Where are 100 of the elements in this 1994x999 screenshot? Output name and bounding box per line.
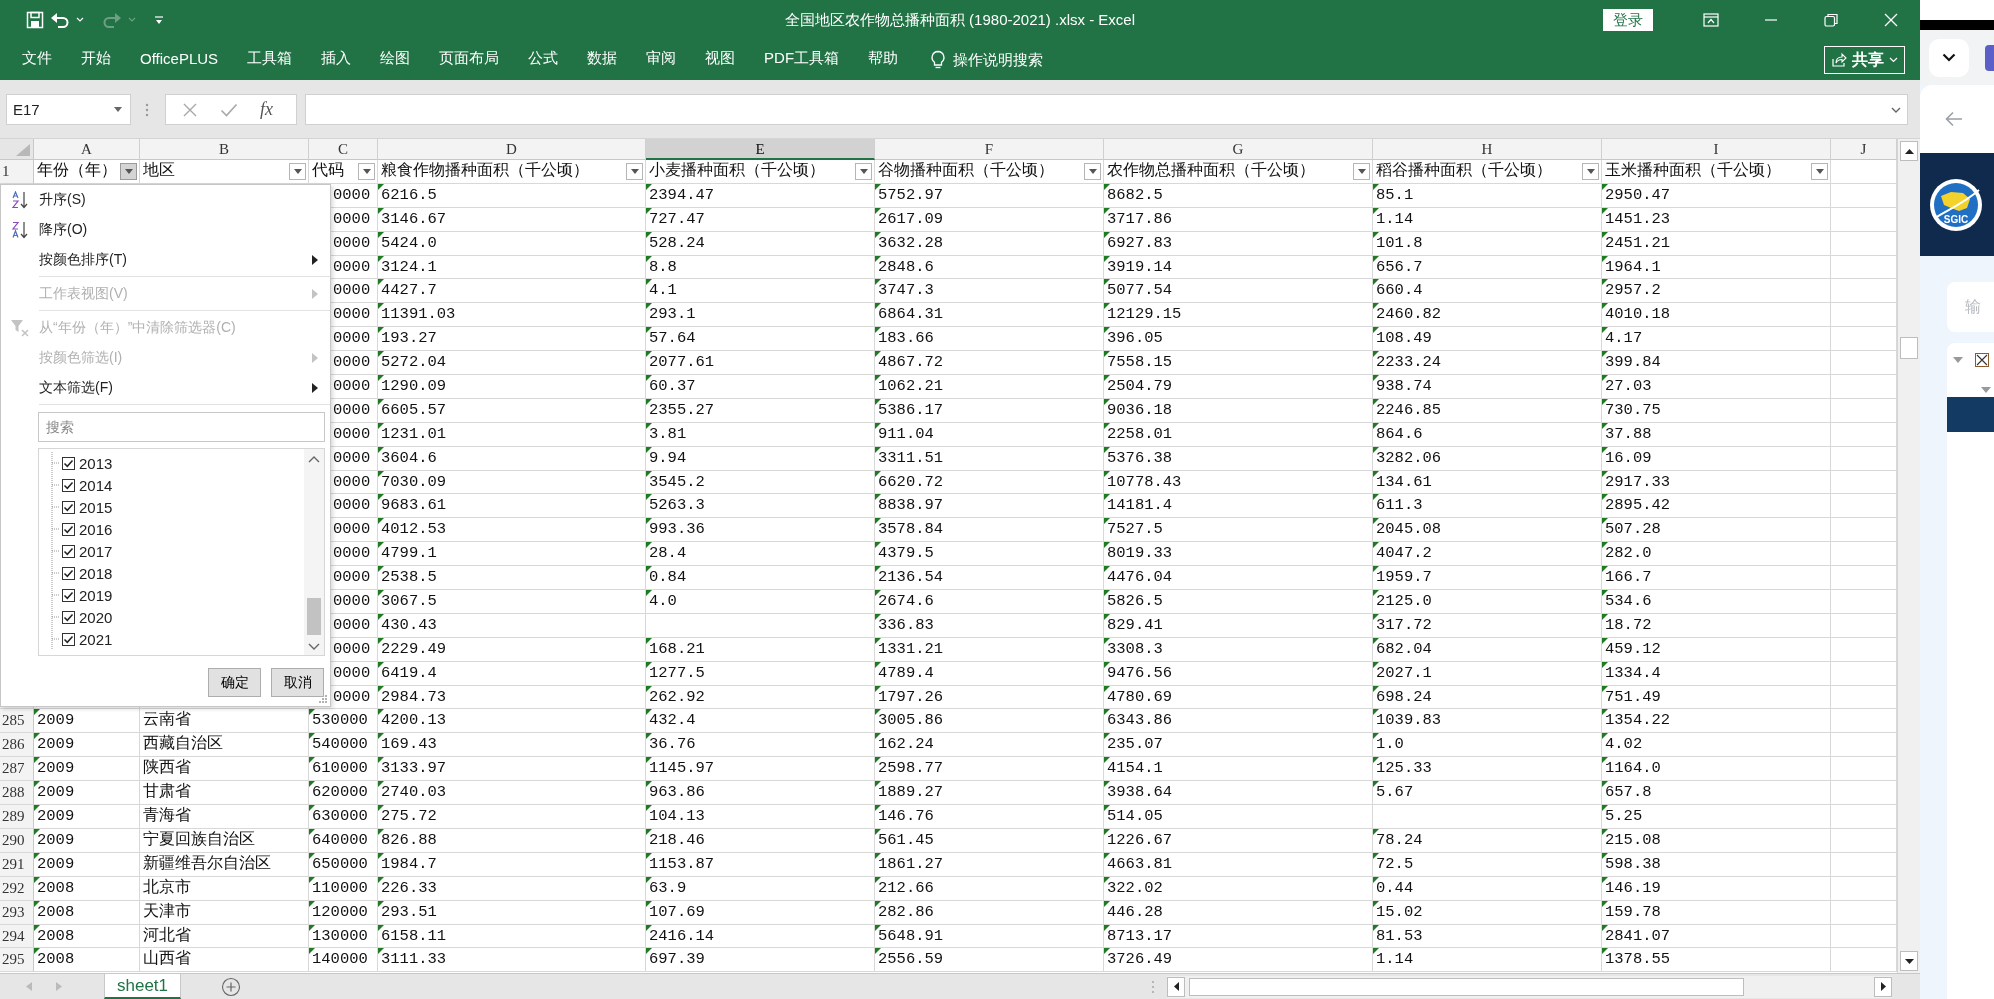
- undo-icon[interactable]: [50, 11, 70, 29]
- lightbulb-icon[interactable]: [930, 50, 947, 70]
- row-header[interactable]: 285: [0, 709, 34, 734]
- ribbon-tab[interactable]: 审阅: [646, 48, 677, 72]
- filter-button[interactable]: [626, 162, 643, 180]
- checkbox-checked-icon[interactable]: [62, 632, 75, 646]
- filter-button[interactable]: [1811, 162, 1828, 180]
- ribbon-tab[interactable]: 绘图: [380, 48, 411, 72]
- expand-triangle-icon[interactable]: [1953, 357, 1963, 363]
- scroll-thumb[interactable]: [307, 598, 321, 635]
- value-label[interactable]: 2021: [79, 630, 113, 648]
- checkbox-checked-icon[interactable]: [62, 522, 75, 536]
- ribbon-tab[interactable]: 数据: [587, 48, 618, 72]
- column-header[interactable]: A: [34, 139, 140, 160]
- insert-function-button[interactable]: fx: [260, 99, 273, 120]
- column-header[interactable]: F: [875, 139, 1104, 160]
- column-header[interactable]: D: [378, 139, 646, 160]
- row-header[interactable]: 288: [0, 781, 34, 806]
- column-header[interactable]: H: [1373, 139, 1602, 160]
- check-icon[interactable]: [220, 101, 238, 118]
- row-header[interactable]: 292: [0, 876, 34, 901]
- row-header[interactable]: 289: [0, 805, 34, 829]
- filter-button[interactable]: [1353, 162, 1370, 180]
- filter-button[interactable]: [120, 162, 137, 180]
- value-label[interactable]: 2013: [79, 454, 113, 472]
- row-header[interactable]: 1: [0, 160, 34, 184]
- column-header[interactable]: C: [309, 139, 378, 160]
- checkbox-checked-icon[interactable]: [62, 544, 75, 558]
- row-header[interactable]: 295: [0, 948, 34, 973]
- scroll-down-button[interactable]: [1900, 951, 1918, 971]
- expand-triangle-icon[interactable]: [1981, 387, 1991, 393]
- table-cell: 215.08: [1602, 828, 1831, 853]
- column-header[interactable]: B: [140, 139, 309, 160]
- save-icon[interactable]: [26, 11, 44, 29]
- checkbox-checked-icon[interactable]: [62, 478, 75, 492]
- restore-icon[interactable]: [1823, 12, 1839, 28]
- tell-me-search[interactable]: 操作说明搜索: [953, 50, 1044, 70]
- ribbon-tab[interactable]: 文件: [22, 48, 52, 72]
- checkbox-checked-icon[interactable]: [62, 500, 75, 514]
- column-header[interactable]: I: [1602, 139, 1831, 160]
- scroll-up-button[interactable]: [1900, 141, 1918, 161]
- row-header[interactable]: 287: [0, 757, 34, 782]
- scroll-right-button[interactable]: [1874, 976, 1892, 997]
- table-cell: 4010.18: [1602, 303, 1831, 328]
- column-header[interactable]: G: [1104, 139, 1373, 160]
- checkbox-checked-icon[interactable]: [62, 566, 75, 580]
- checkbox-checked-icon[interactable]: [62, 588, 75, 602]
- scroll-down-icon[interactable]: [308, 643, 320, 651]
- row-header[interactable]: 286: [0, 733, 34, 758]
- add-sheet-icon[interactable]: [221, 976, 242, 997]
- value-label[interactable]: 2018: [79, 564, 113, 582]
- checkbox-checked-icon[interactable]: [62, 610, 75, 624]
- filter-button[interactable]: [289, 162, 306, 180]
- scroll-thumb[interactable]: [1189, 977, 1744, 996]
- row-header[interactable]: 293: [0, 900, 34, 925]
- row-header[interactable]: 290: [0, 828, 34, 853]
- value-label[interactable]: 2019: [79, 586, 113, 604]
- search-field[interactable]: 输: [1947, 282, 1994, 332]
- resize-grip-icon[interactable]: [318, 694, 328, 704]
- login-button[interactable]: 登录: [1603, 9, 1653, 31]
- ok-button[interactable]: 确定: [208, 668, 261, 697]
- dropdown-button[interactable]: [1929, 38, 1969, 77]
- customize-icon[interactable]: [154, 15, 164, 25]
- scroll-up-icon[interactable]: [308, 455, 320, 463]
- name-box[interactable]: E17: [6, 94, 131, 125]
- ribbon-tab[interactable]: 工具箱: [247, 48, 293, 72]
- filter-button[interactable]: [1582, 162, 1599, 180]
- ribbon-tab[interactable]: OfficePLUS: [140, 49, 219, 71]
- close-icon[interactable]: [1883, 12, 1899, 28]
- table-cell: 534.6: [1602, 590, 1831, 614]
- sheet-tab[interactable]: sheet1: [104, 974, 182, 999]
- cancel-button[interactable]: 取消: [271, 668, 324, 697]
- ribbon-tab[interactable]: PDF工具箱: [764, 48, 840, 72]
- scroll-thumb[interactable]: [1900, 337, 1918, 359]
- caret-icon[interactable]: [1891, 106, 1901, 113]
- scroll-left-button[interactable]: [1167, 976, 1185, 997]
- checkbox-checked-icon[interactable]: [62, 456, 75, 470]
- value-label[interactable]: 2020: [79, 608, 113, 626]
- ribbon-tab[interactable]: 公式: [528, 48, 559, 72]
- filter-button[interactable]: [855, 162, 872, 180]
- ribbon-tab[interactable]: 帮助: [868, 48, 899, 72]
- search-field[interactable]: 搜索: [38, 412, 325, 442]
- formula-input[interactable]: [305, 94, 1908, 125]
- filter-button[interactable]: [1084, 162, 1101, 180]
- row-header[interactable]: 291: [0, 852, 34, 877]
- ribbon-display-icon[interactable]: [1703, 12, 1719, 28]
- value-label[interactable]: 2014: [79, 476, 113, 494]
- value-label[interactable]: 2015: [79, 498, 113, 516]
- column-header[interactable]: E: [646, 139, 875, 160]
- ribbon-tab[interactable]: 页面布局: [439, 48, 500, 72]
- value-label[interactable]: 2016: [79, 520, 113, 538]
- ribbon-tab[interactable]: 开始: [81, 48, 111, 72]
- share-button[interactable]: 共享: [1824, 46, 1905, 74]
- column-header[interactable]: J: [1831, 139, 1897, 160]
- row-header[interactable]: 294: [0, 924, 34, 949]
- ribbon-tab[interactable]: 视图: [705, 48, 736, 72]
- ribbon-tab[interactable]: 插入: [321, 48, 352, 72]
- filter-button[interactable]: [358, 162, 375, 180]
- app-icon[interactable]: [1985, 44, 1994, 71]
- value-label[interactable]: 2017: [79, 542, 113, 560]
